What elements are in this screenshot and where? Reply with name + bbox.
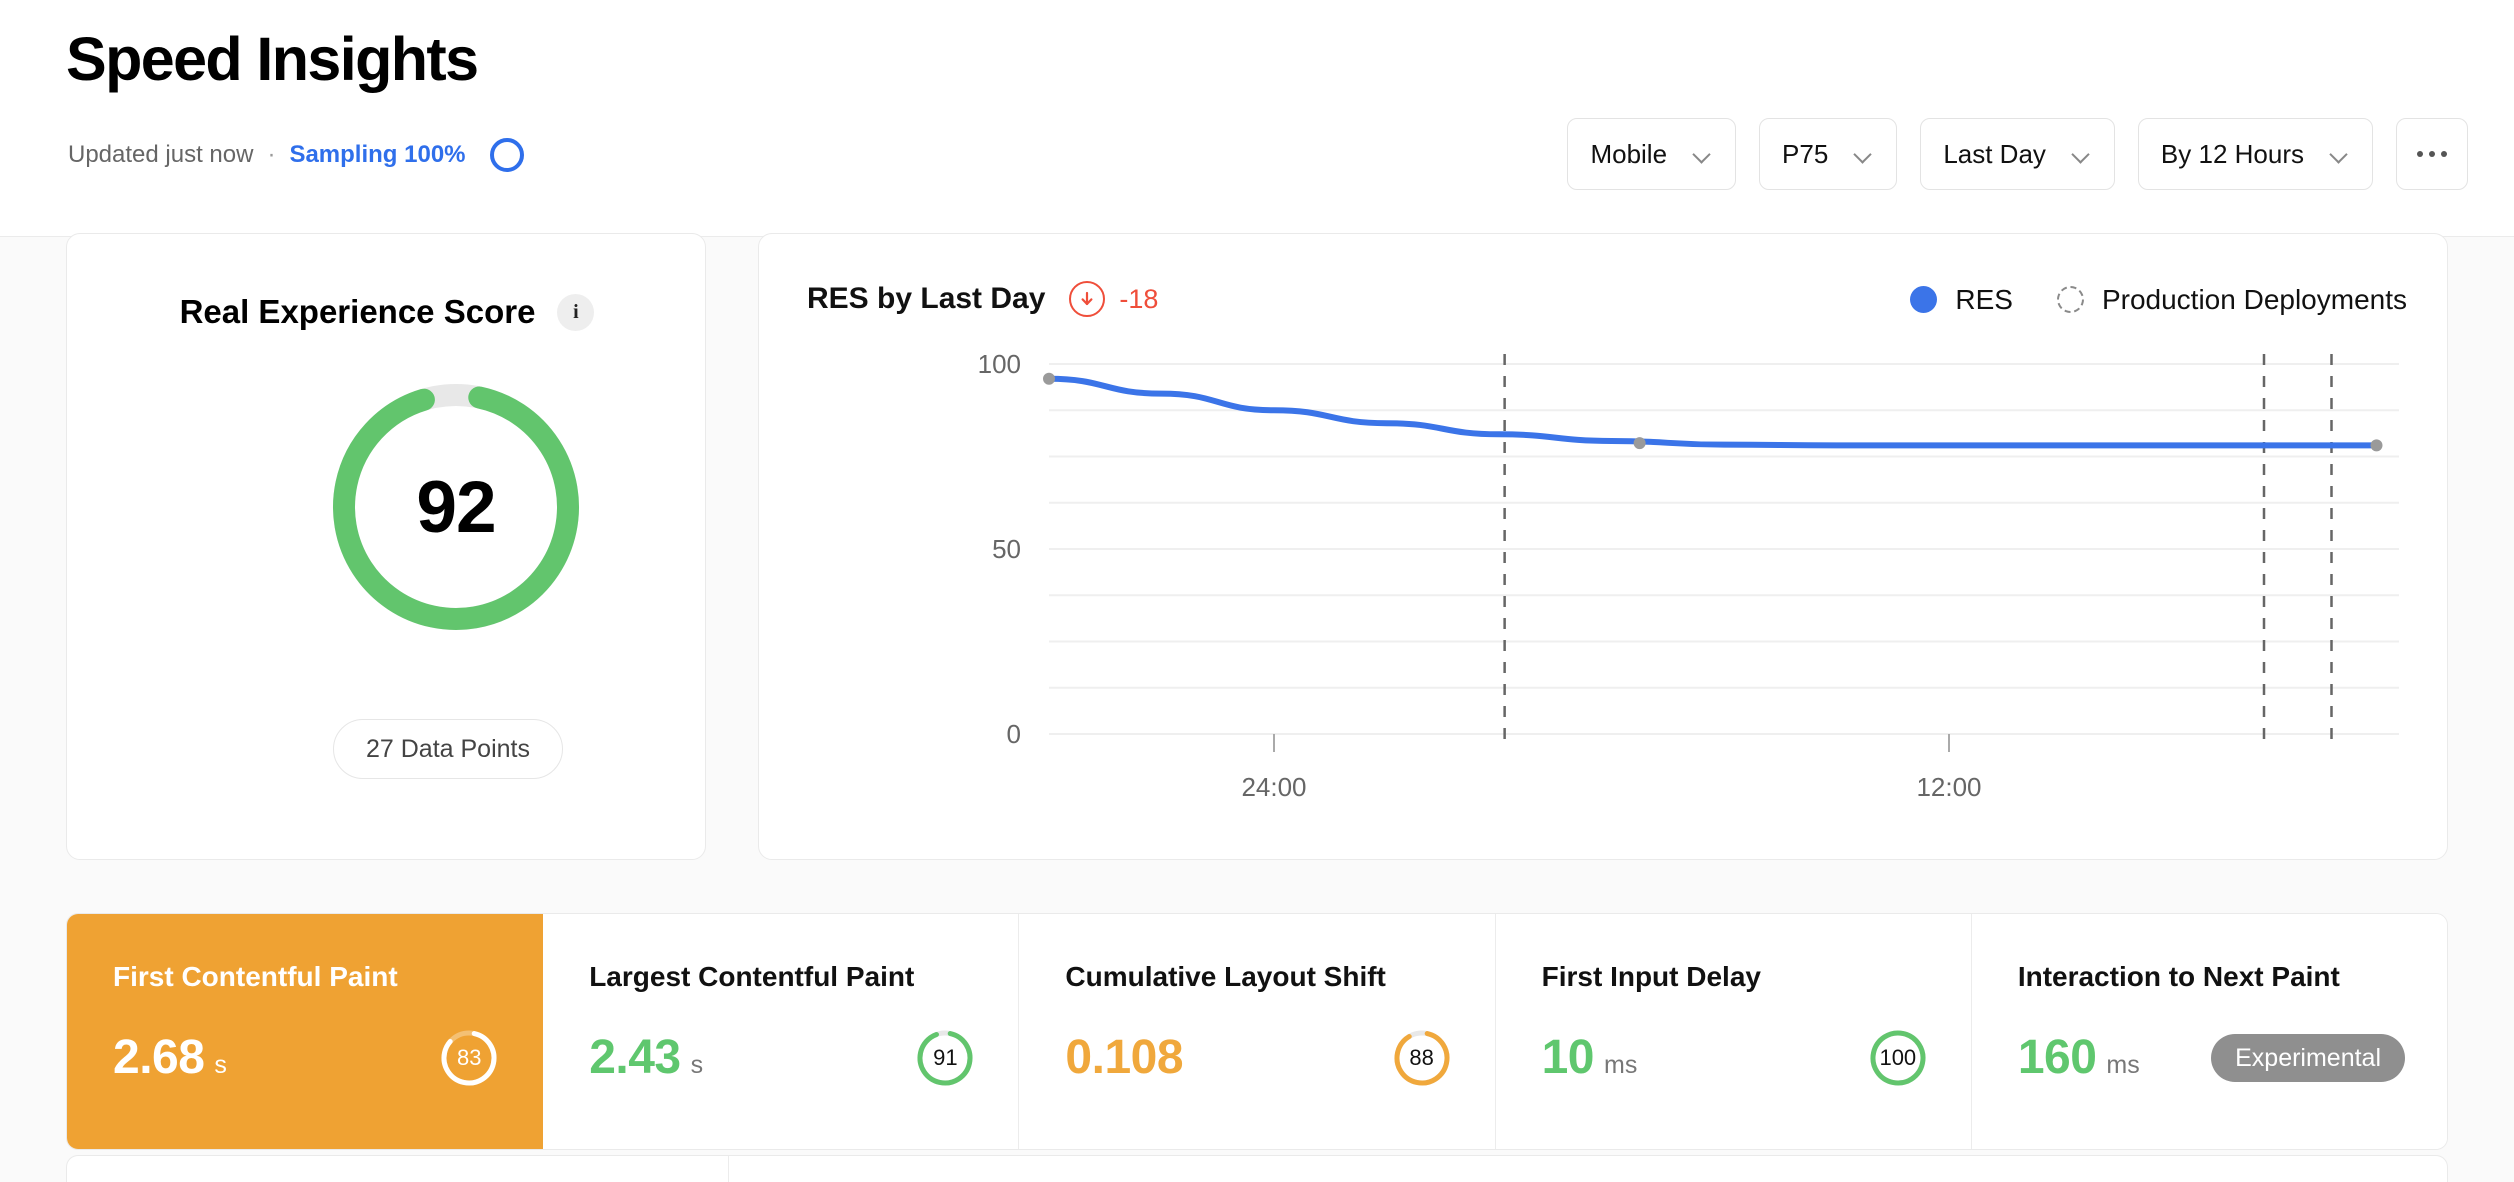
res-chart-card: RES by Last Day -18 RES bbox=[758, 233, 2448, 860]
dashed-circle-icon bbox=[2057, 286, 2084, 313]
info-icon[interactable]: i bbox=[557, 294, 594, 331]
score-card-title: Real Experience Score bbox=[180, 292, 536, 332]
metric-value-number: 2.68 bbox=[113, 1030, 204, 1086]
chart-header: RES by Last Day -18 RES bbox=[807, 274, 2407, 324]
sampling-link[interactable]: Sampling 100% bbox=[289, 141, 465, 169]
score-card-header: Real Experience Score i bbox=[67, 292, 707, 332]
legend-item-res[interactable]: RES bbox=[1910, 283, 2013, 316]
score-gauge: 92 bbox=[326, 377, 586, 637]
score-value: 92 bbox=[326, 377, 586, 637]
svg-text:12:00: 12:00 bbox=[1916, 772, 1981, 802]
metric-card[interactable]: Cumulative Layout Shift 0.108 88 bbox=[1019, 914, 1495, 1149]
legend-label-res: RES bbox=[1955, 283, 2013, 316]
percentile-select-label: P75 bbox=[1782, 139, 1828, 169]
metric-value: 2.43 s bbox=[589, 1030, 703, 1086]
metric-value-row: 10 ms 100 bbox=[1542, 1022, 1929, 1094]
page-title: Speed Insights bbox=[66, 22, 477, 96]
real-experience-score-card: Real Experience Score i 92 27 Data Point… bbox=[66, 233, 706, 860]
interval-select-label: By 12 Hours bbox=[2161, 139, 2304, 169]
ellipsis-icon bbox=[2429, 151, 2435, 157]
filters-toolbar: Mobile P75 Last Day By 12 Hours bbox=[1567, 118, 2468, 190]
metric-value: 2.68 s bbox=[113, 1030, 227, 1086]
metric-name: First Contentful Paint bbox=[113, 960, 542, 994]
svg-text:24:00: 24:00 bbox=[1241, 772, 1306, 802]
metric-value-unit: s bbox=[214, 1050, 227, 1080]
metric-value-number: 0.108 bbox=[1065, 1030, 1183, 1086]
chart-title: RES by Last Day bbox=[807, 281, 1045, 317]
metric-name: First Input Delay bbox=[1542, 960, 1971, 994]
page-subheader: Updated just now · Sampling 100% bbox=[68, 135, 524, 175]
chart-delta-value: -18 bbox=[1119, 283, 1158, 315]
metric-score-ring: 100 bbox=[1867, 1027, 1929, 1089]
bottom-panel bbox=[66, 1155, 2448, 1182]
page-header: Speed Insights Updated just now · Sampli… bbox=[0, 0, 2514, 236]
metric-value-row: 2.68 s 83 bbox=[113, 1022, 500, 1094]
speed-insights-page: Speed Insights Updated just now · Sampli… bbox=[0, 0, 2514, 1182]
metric-score-value: 100 bbox=[1867, 1027, 1929, 1089]
metric-value: 0.108 bbox=[1065, 1030, 1183, 1086]
bottom-panel-divider bbox=[728, 1156, 729, 1182]
metric-name: Largest Contentful Paint bbox=[589, 960, 1018, 994]
date-range-select-label: Last Day bbox=[1943, 139, 2046, 169]
data-points-badge[interactable]: 27 Data Points bbox=[333, 719, 563, 779]
ellipsis-icon bbox=[2441, 151, 2447, 157]
legend-item-production-deployments[interactable]: Production Deployments bbox=[2057, 283, 2407, 316]
metric-value-row: 160 ms Experimental bbox=[2018, 1022, 2405, 1094]
svg-text:0: 0 bbox=[1007, 719, 1021, 749]
metric-name: Cumulative Layout Shift bbox=[1065, 960, 1494, 994]
loading-circle-icon bbox=[490, 138, 524, 172]
chevron-down-icon bbox=[1693, 148, 1713, 160]
date-range-select[interactable]: Last Day bbox=[1920, 118, 2115, 190]
metric-value-unit: ms bbox=[2106, 1050, 2139, 1080]
experimental-badge: Experimental bbox=[2211, 1034, 2405, 1082]
metric-value: 160 ms bbox=[2018, 1030, 2140, 1086]
metric-score-ring: 88 bbox=[1391, 1027, 1453, 1089]
device-select-label: Mobile bbox=[1590, 139, 1667, 169]
chevron-down-icon bbox=[2330, 148, 2350, 160]
percentile-select[interactable]: P75 bbox=[1759, 118, 1897, 190]
metric-value-row: 2.43 s 91 bbox=[589, 1022, 976, 1094]
updated-label: Updated just now bbox=[68, 141, 253, 169]
metric-name: Interaction to Next Paint bbox=[2018, 960, 2447, 994]
separator-dot: · bbox=[267, 141, 275, 169]
filled-circle-icon bbox=[1910, 286, 1937, 313]
metric-value-row: 0.108 88 bbox=[1065, 1022, 1452, 1094]
metric-card[interactable]: Interaction to Next Paint 160 ms Experiment… bbox=[1972, 914, 2447, 1149]
metric-value-number: 10 bbox=[1542, 1030, 1594, 1086]
web-vitals-metric-list: First Contentful Paint 2.68 s 83 Largest Con… bbox=[66, 913, 2448, 1150]
metric-value-number: 160 bbox=[2018, 1030, 2097, 1086]
legend-label-production-deployments: Production Deployments bbox=[2102, 283, 2407, 316]
chart-delta: -18 bbox=[1069, 281, 1158, 317]
metric-card[interactable]: First Input Delay 10 ms 100 bbox=[1496, 914, 1972, 1149]
res-line-chart: 0 50 100 24:00 12:00 bbox=[759, 344, 2449, 844]
metric-value-unit: ms bbox=[1604, 1050, 1637, 1080]
metric-value-unit: s bbox=[691, 1050, 704, 1080]
svg-text:100: 100 bbox=[978, 349, 1021, 379]
metric-score-value: 83 bbox=[438, 1027, 500, 1089]
metric-score-value: 88 bbox=[1391, 1027, 1453, 1089]
metric-card[interactable]: Largest Contentful Paint 2.43 s 91 bbox=[543, 914, 1019, 1149]
metric-score-ring: 83 bbox=[438, 1027, 500, 1089]
chevron-down-icon bbox=[1854, 148, 1874, 160]
arrow-down-circle-icon bbox=[1069, 281, 1105, 317]
svg-text:50: 50 bbox=[992, 534, 1021, 564]
metric-score-ring: 91 bbox=[914, 1027, 976, 1089]
interval-select[interactable]: By 12 Hours bbox=[2138, 118, 2373, 190]
more-options-button[interactable] bbox=[2396, 118, 2468, 190]
chart-title-group: RES by Last Day -18 bbox=[807, 281, 1158, 317]
metric-card[interactable]: First Contentful Paint 2.68 s 83 bbox=[67, 914, 543, 1149]
metric-value: 10 ms bbox=[1542, 1030, 1638, 1086]
device-select[interactable]: Mobile bbox=[1567, 118, 1736, 190]
metric-score-value: 91 bbox=[914, 1027, 976, 1089]
metric-value-number: 2.43 bbox=[589, 1030, 680, 1086]
chevron-down-icon bbox=[2072, 148, 2092, 160]
ellipsis-icon bbox=[2417, 151, 2423, 157]
chart-legend: RES Production Deployments bbox=[1910, 283, 2407, 316]
